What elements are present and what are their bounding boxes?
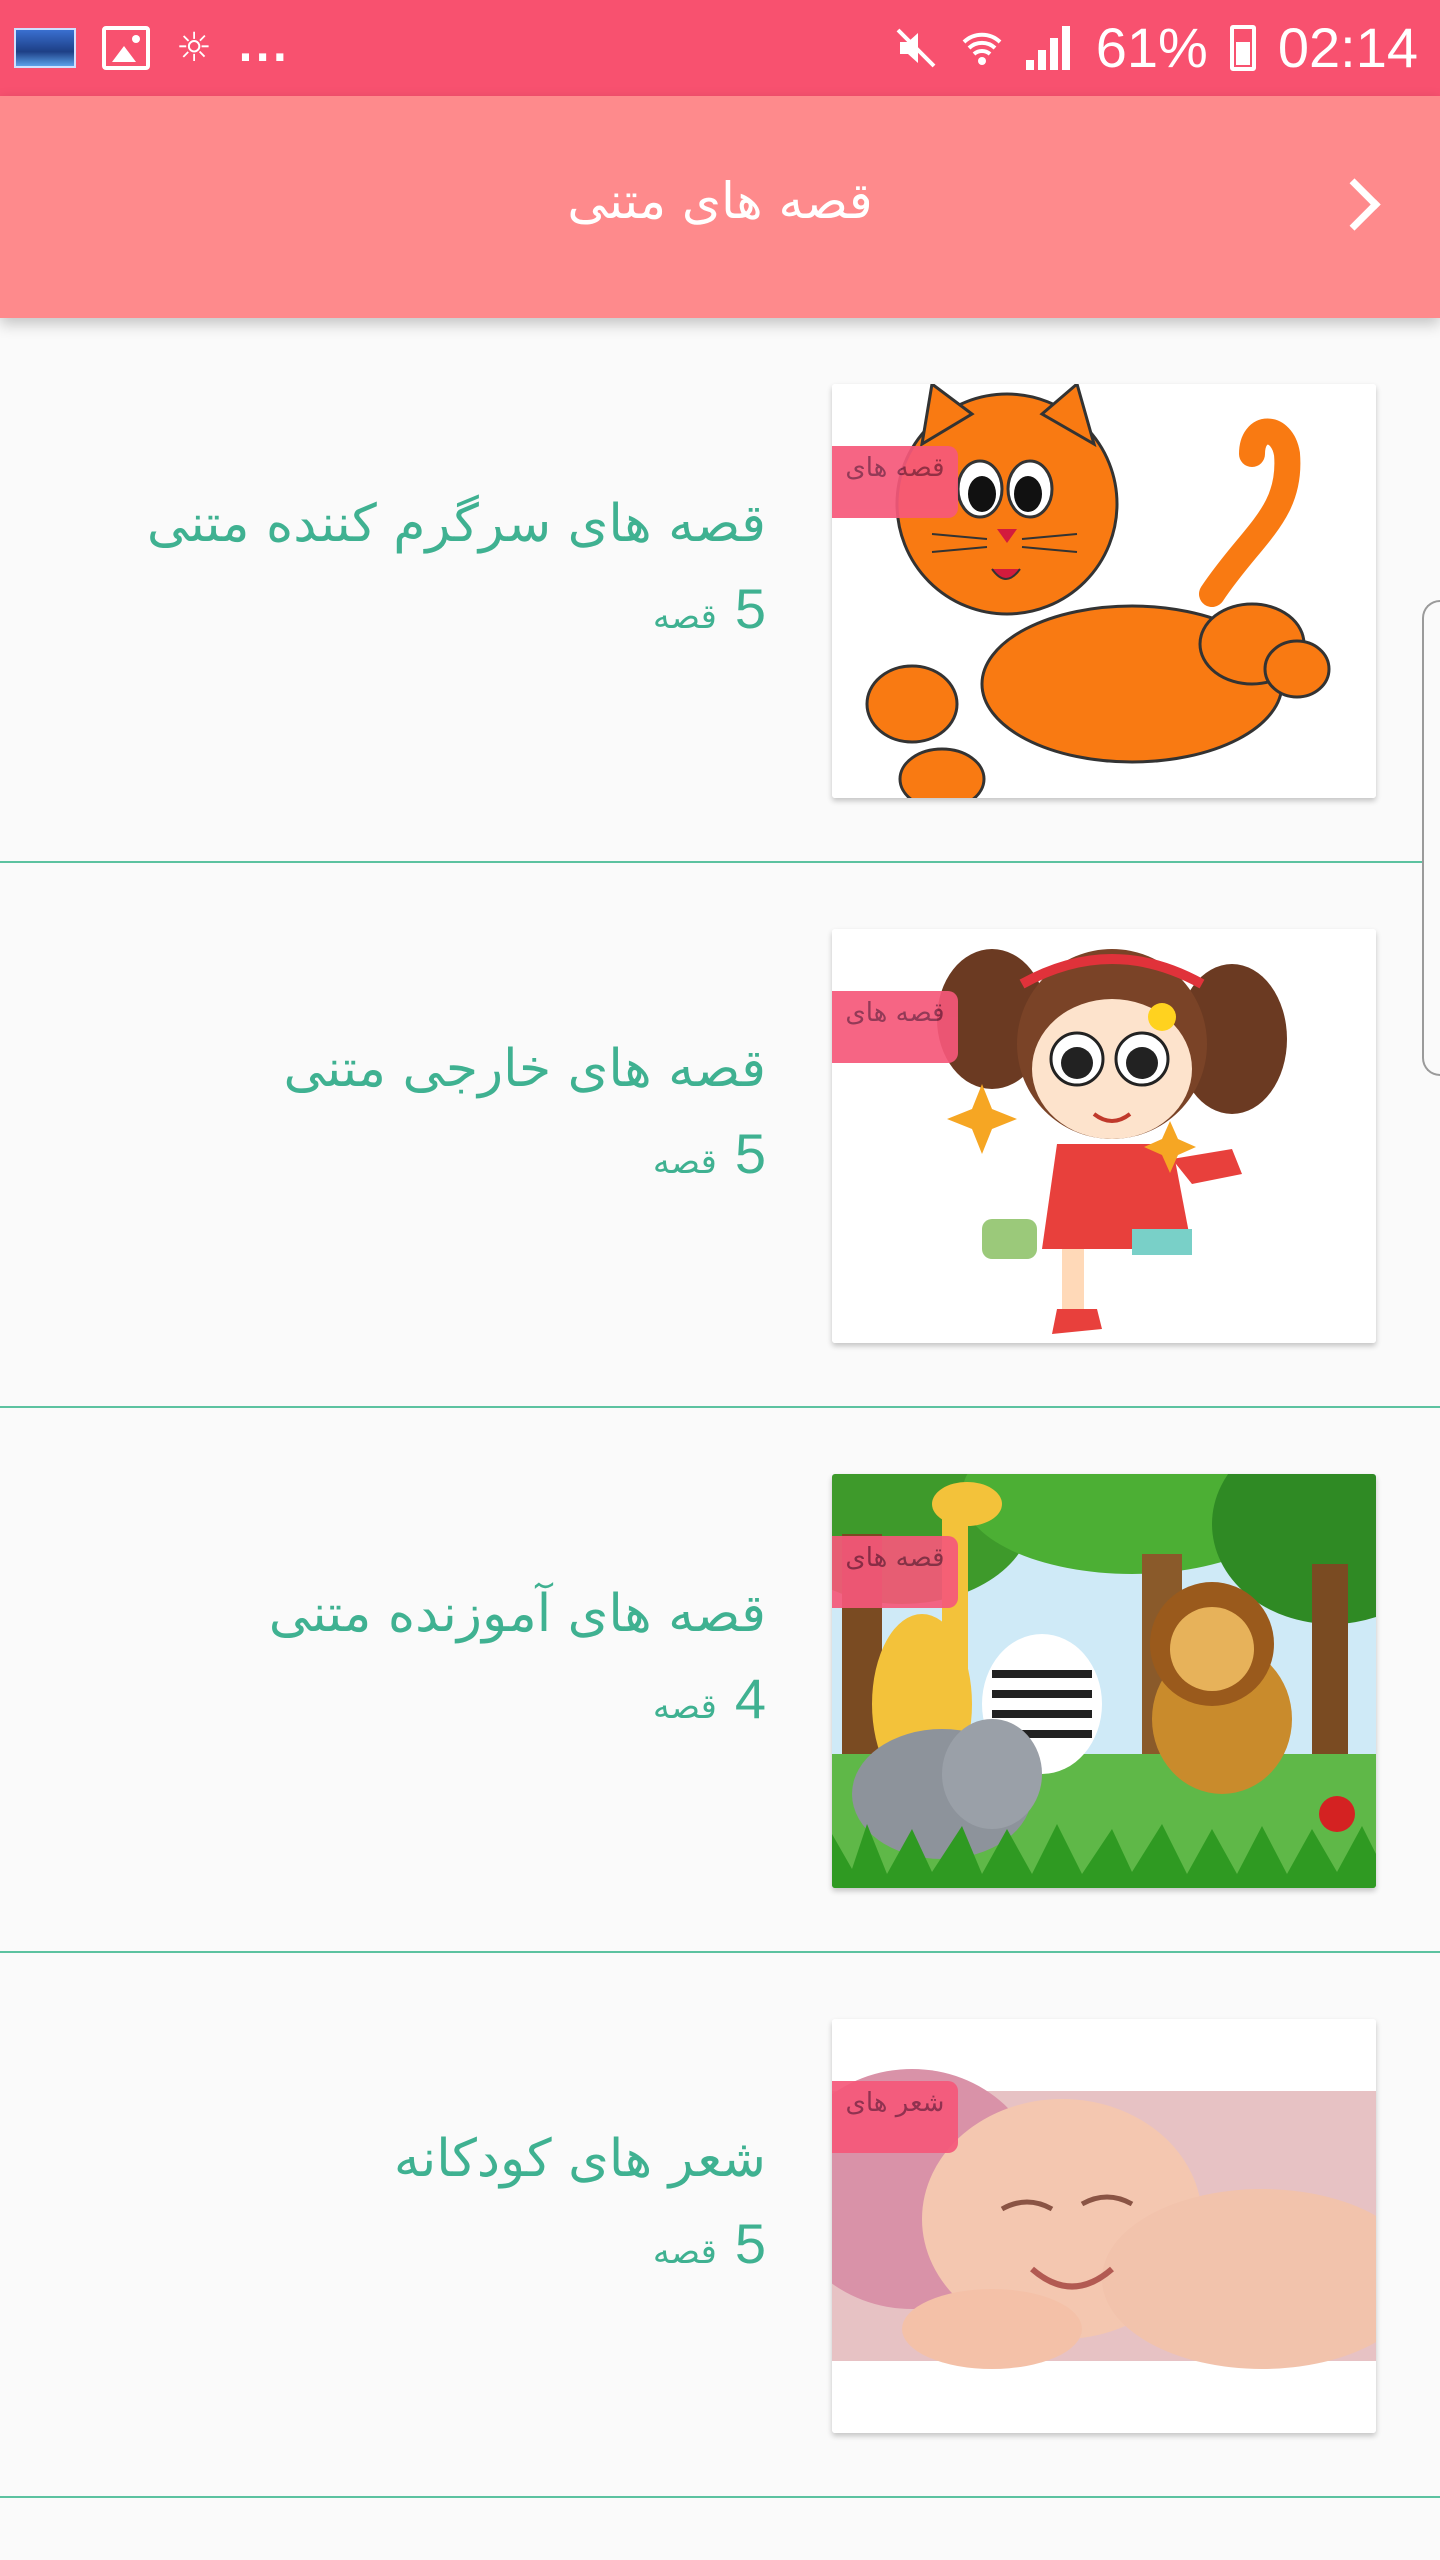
status-bar: ☼ ... 61% 02:14 — [0, 0, 1440, 96]
system-icons: 61% 02:14 — [894, 14, 1418, 82]
signal-icon — [1025, 26, 1074, 70]
story-count-unit: قصه — [652, 1687, 717, 1727]
category-image-card[interactable]: قصه های — [832, 384, 1376, 798]
category-image-card[interactable]: قصه های — [832, 929, 1376, 1343]
category-title: قصه های سرگرم کننده متنی — [146, 494, 766, 554]
story-count: 5 قصه — [653, 1119, 766, 1197]
app-thumbnail-icon — [14, 28, 76, 68]
battery-percent: 61% — [1095, 16, 1208, 79]
list-item[interactable]: قصه های قصه های خارجی متنی 5 قصه — [0, 863, 1440, 1408]
list-item[interactable]: شعر های شعر های کودکانه 5 قصه — [0, 1953, 1440, 2498]
story-count-number: 4 — [734, 1667, 766, 1730]
story-category-list: قصه های قصه های سرگرم کننده متنی 5 قصه ق… — [0, 318, 1440, 2498]
chevron-right-icon — [1327, 177, 1381, 231]
list-item[interactable]: قصه های قصه های سرگرم کننده متنی 5 قصه — [0, 318, 1440, 863]
story-count: 5 قصه — [653, 2209, 766, 2287]
weather-icon: ☼ — [176, 25, 212, 71]
back-button[interactable] — [1324, 168, 1396, 240]
notification-icons: ☼ ... — [14, 18, 289, 78]
mute-icon — [894, 26, 938, 70]
edge-panel-handle[interactable] — [1422, 600, 1440, 1076]
clock: 02:14 — [1277, 16, 1418, 79]
story-count-unit: قصه — [652, 1142, 717, 1182]
story-count-number: 5 — [734, 2212, 766, 2275]
category-tag: شعر های — [832, 2081, 958, 2153]
category-image-card[interactable]: قصه های — [832, 1474, 1376, 1888]
category-tag: قصه های — [832, 446, 958, 518]
story-count-number: 5 — [734, 577, 766, 640]
category-image-card[interactable]: شعر های — [832, 2019, 1376, 2433]
story-count-number: 5 — [734, 1122, 766, 1185]
battery-icon — [1229, 25, 1256, 71]
more-notifications: ... — [237, 25, 290, 71]
category-tag: قصه های — [832, 1536, 958, 1608]
image-icon — [102, 26, 150, 70]
app-bar: قصه های متنی — [0, 96, 1440, 318]
list-item[interactable]: قصه های قصه های آموزنده متنی 4 قصه — [0, 1408, 1440, 1953]
story-count-unit: قصه — [652, 597, 717, 637]
category-tag: قصه های — [832, 991, 958, 1063]
story-count: 5 قصه — [653, 574, 766, 652]
category-title: قصه های آموزنده متنی — [268, 1584, 766, 1644]
story-count: 4 قصه — [653, 1664, 766, 1742]
wifi-icon — [960, 26, 1004, 70]
category-title: قصه های خارجی متنی — [283, 1039, 766, 1099]
category-title: شعر های کودکانه — [393, 2129, 766, 2189]
page-title: قصه های متنی — [567, 172, 873, 230]
story-count-unit: قصه — [652, 2232, 717, 2272]
